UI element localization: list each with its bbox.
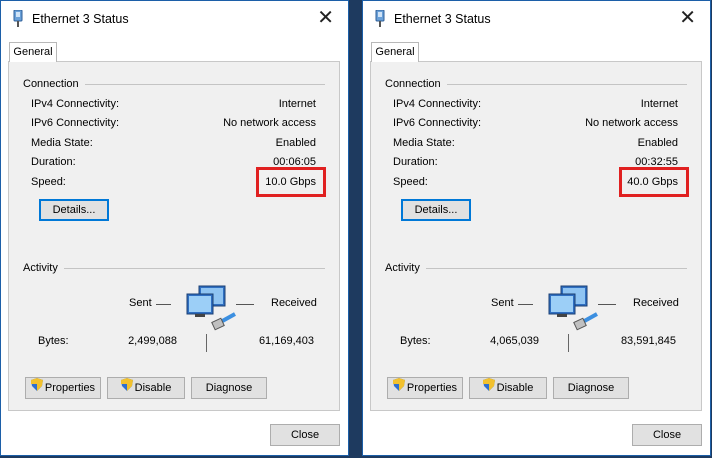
uac-shield-icon [30,378,43,398]
uac-shield-icon [392,378,405,398]
media-state-row: Media State: Enabled [31,137,316,151]
received-dash [598,304,616,305]
network-computers-icon [185,284,241,335]
close-icon[interactable]: ✕ [679,7,696,29]
ipv6-row: IPv6 Connectivity: No network access [393,117,678,131]
bytes-label: Bytes: [38,335,69,347]
properties-button[interactable]: Properties [387,377,463,399]
bytes-separator [206,334,207,352]
ipv6-row: IPv6 Connectivity: No network access [31,117,316,131]
media-state-value: Enabled [275,137,316,149]
ipv4-value: Internet [640,98,678,110]
general-panel: Connection IPv4 Connectivity: Internet I… [370,61,702,411]
connection-divider [79,84,325,85]
received-dash [236,304,254,305]
ipv4-row: IPv4 Connectivity: Internet [393,98,678,112]
received-label: Received [271,297,317,309]
connection-heading: Connection [23,78,85,90]
media-state-value: Enabled [637,137,678,149]
disable-label: Disable [496,382,534,394]
properties-button[interactable]: Properties [25,377,101,399]
close-icon[interactable]: ✕ [317,7,334,29]
connection-divider [441,84,687,85]
ipv6-value: No network access [223,117,316,129]
details-button[interactable]: Details... [39,199,109,221]
diagnose-button[interactable]: Diagnose [191,377,267,399]
sent-label: Sent [129,297,152,309]
bytes-received-value: 83,591,845 [620,335,676,347]
duration-label: Duration: [393,156,438,168]
disable-button[interactable]: Disable [469,377,547,399]
ipv4-label: IPv4 Connectivity: [31,98,120,110]
disable-label: Disable [134,382,172,394]
status-window-right: Ethernet 3 Status ✕ General Connection I… [362,0,711,456]
received-label: Received [633,297,679,309]
duration-label: Duration: [31,156,76,168]
network-computers-icon [547,284,603,335]
bytes-separator [568,334,569,352]
ipv6-value: No network access [585,117,678,129]
properties-label: Properties [44,382,96,394]
window-title: Ethernet 3 Status [32,12,129,26]
activity-divider [64,268,325,269]
ipv4-value: Internet [278,98,316,110]
close-button[interactable]: Close [270,424,340,446]
disable-button[interactable]: Disable [107,377,185,399]
sent-dash [156,304,171,305]
speed-highlight-box [619,167,689,197]
network-adapter-icon [374,9,386,31]
network-adapter-icon [12,9,24,31]
window-title: Ethernet 3 Status [394,12,491,26]
ipv4-label: IPv4 Connectivity: [393,98,482,110]
speed-label: Speed: [31,176,66,188]
media-state-label: Media State: [393,137,455,149]
general-panel: Connection IPv4 Connectivity: Internet I… [8,61,340,411]
speed-label: Speed: [393,176,428,188]
bytes-label: Bytes: [400,335,431,347]
tab-general[interactable]: General [9,42,57,62]
ipv6-label: IPv6 Connectivity: [393,117,482,129]
close-button[interactable]: Close [632,424,702,446]
activity-divider [426,268,687,269]
properties-label: Properties [406,382,458,394]
title-bar[interactable]: Ethernet 3 Status ✕ [1,1,348,39]
speed-highlight-box [256,167,326,197]
bytes-sent-value: 2,499,088 [128,335,177,347]
diagnose-button[interactable]: Diagnose [553,377,629,399]
bytes-sent-value: 4,065,039 [490,335,539,347]
bytes-received-value: 61,169,403 [258,335,314,347]
uac-shield-icon [120,378,133,398]
connection-heading: Connection [385,78,447,90]
media-state-label: Media State: [31,137,93,149]
ipv6-label: IPv6 Connectivity: [31,117,120,129]
ipv4-row: IPv4 Connectivity: Internet [31,98,316,112]
tab-general[interactable]: General [371,42,419,62]
details-button[interactable]: Details... [401,199,471,221]
status-window-left: Ethernet 3 Status ✕ General Connection I… [0,0,349,456]
sent-label: Sent [491,297,514,309]
uac-shield-icon [482,378,495,398]
title-bar[interactable]: Ethernet 3 Status ✕ [363,1,710,39]
sent-dash [518,304,533,305]
activity-heading: Activity [385,262,426,274]
media-state-row: Media State: Enabled [393,137,678,151]
activity-heading: Activity [23,262,64,274]
